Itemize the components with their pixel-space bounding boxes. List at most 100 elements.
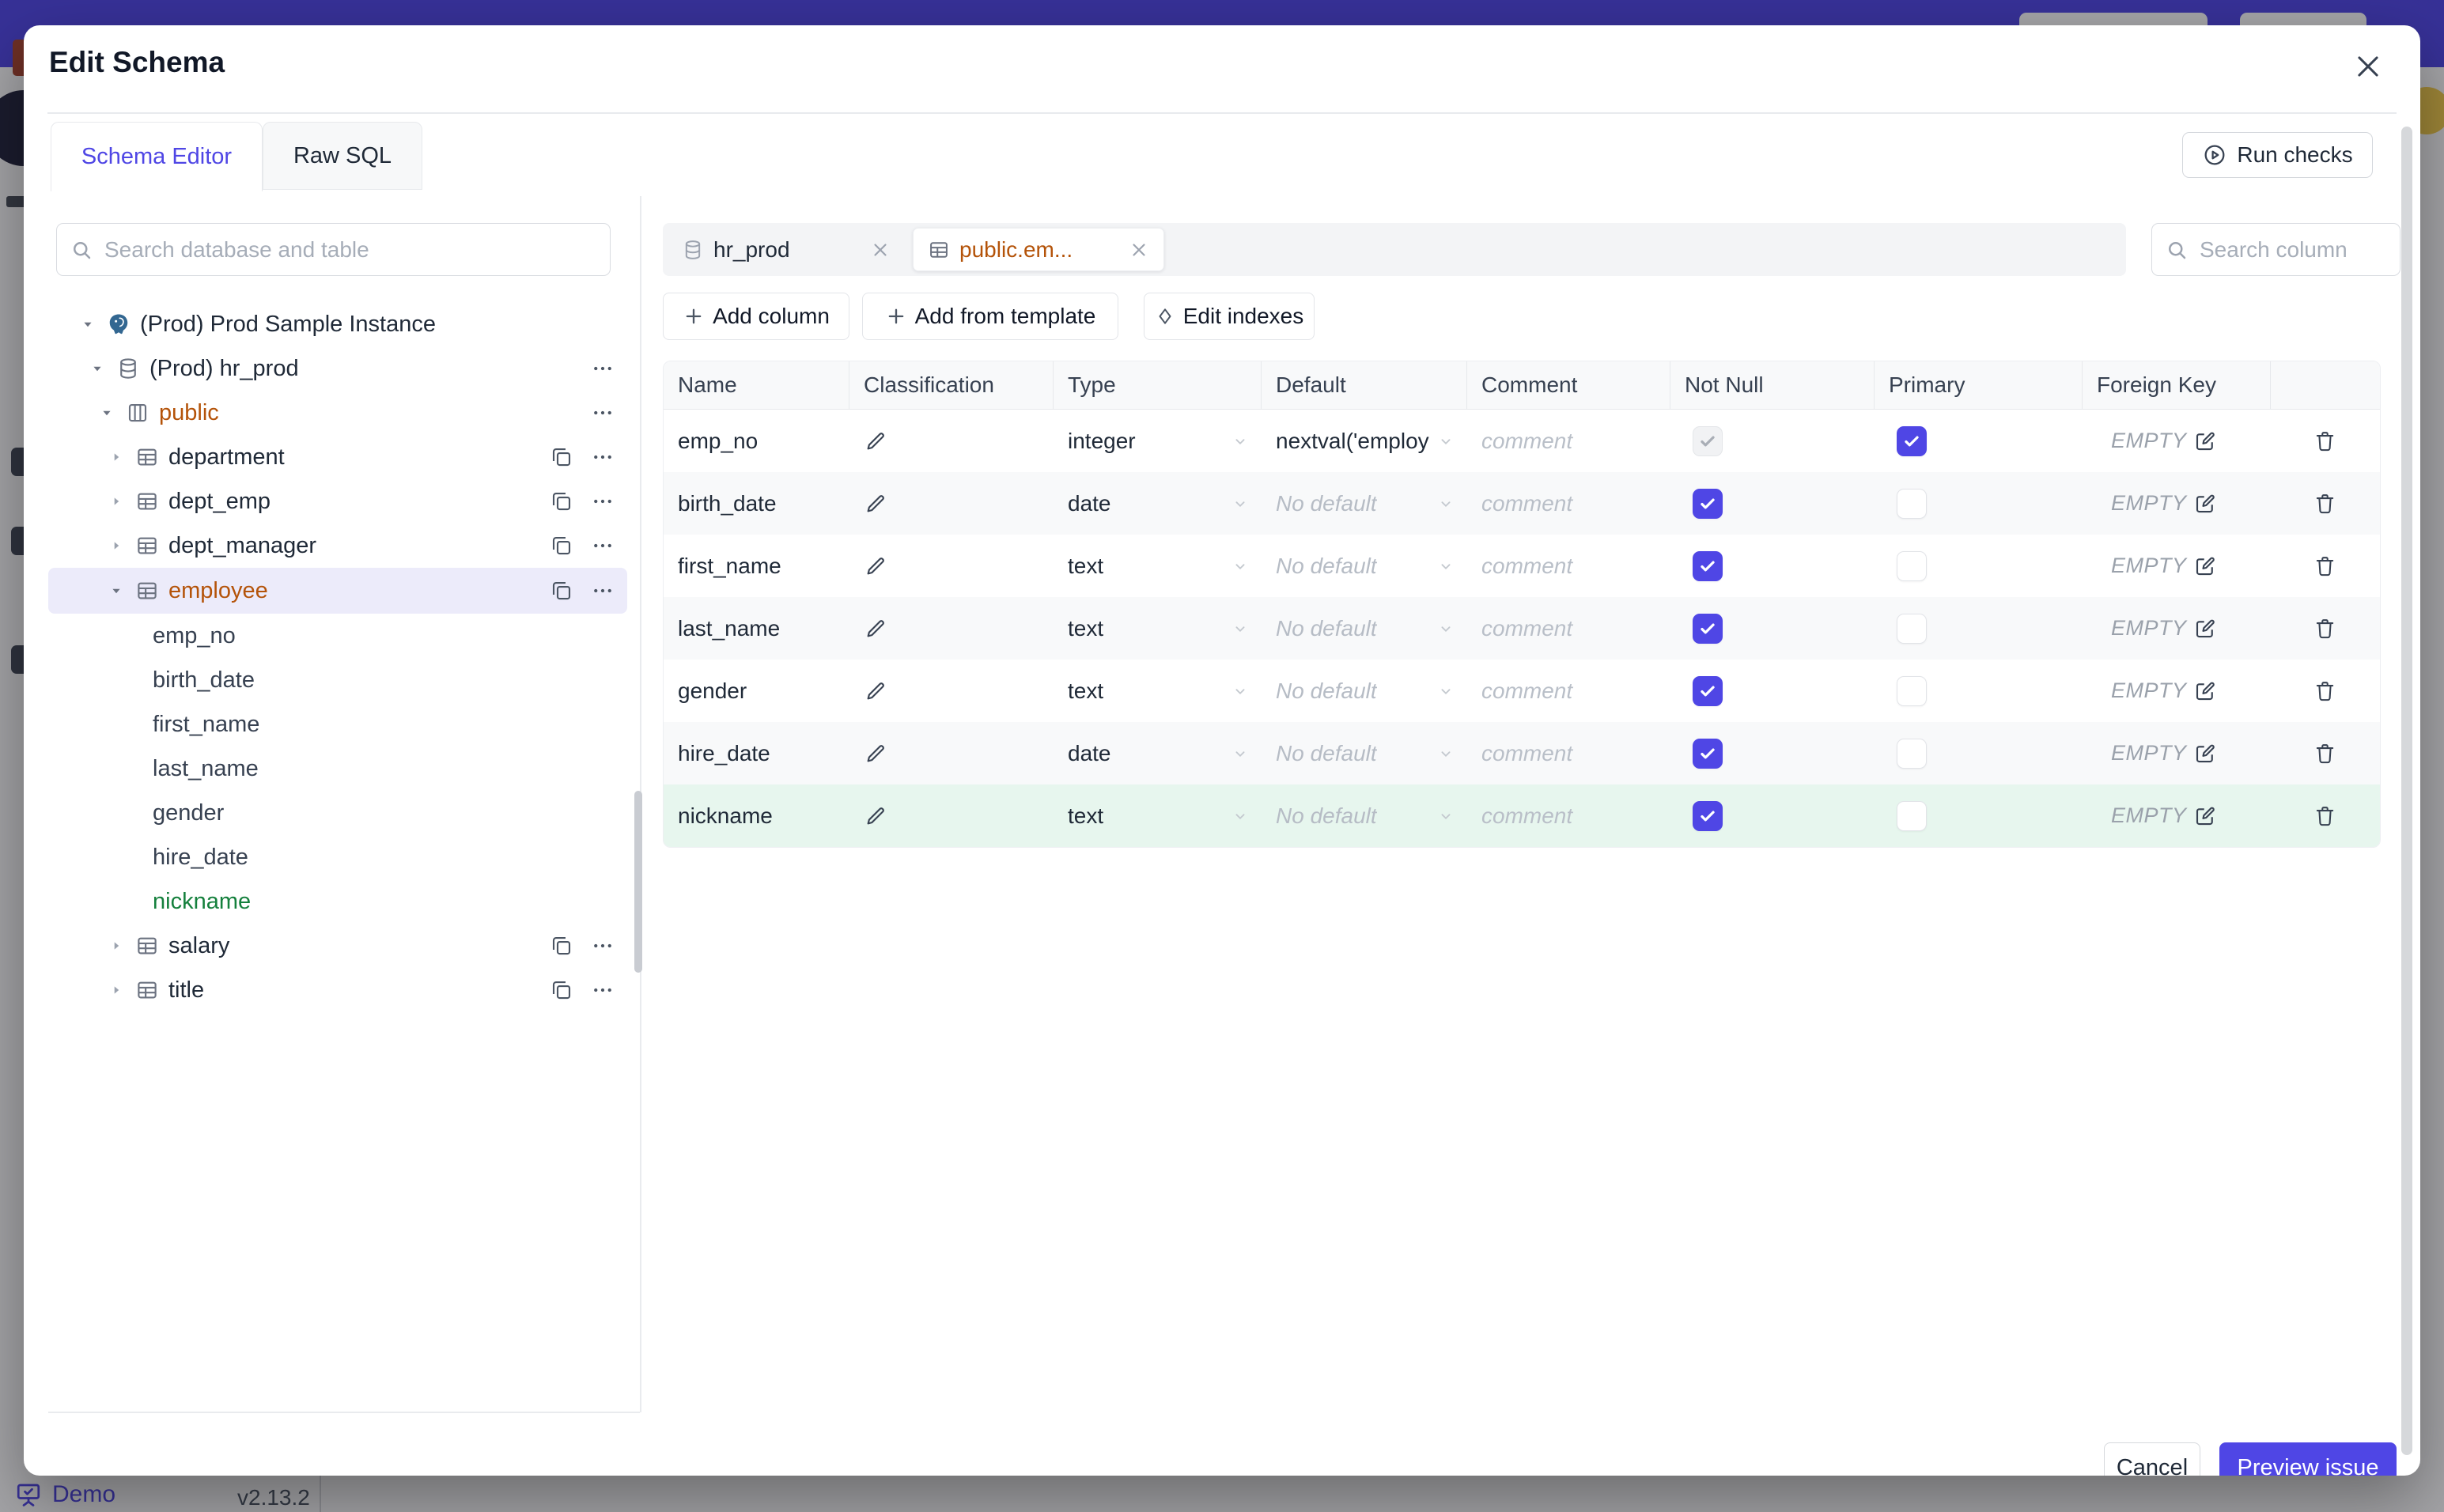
chevron-down-icon[interactable] xyxy=(1231,807,1249,825)
caret-right-icon[interactable] xyxy=(107,493,126,510)
tree-item-schema-public[interactable]: public xyxy=(48,391,627,435)
open-tab-hr-prod[interactable]: hr_prod xyxy=(668,228,905,271)
caret-right-icon[interactable] xyxy=(107,981,126,999)
not-null-checkbox[interactable] xyxy=(1693,675,1723,706)
primary-checkbox[interactable] xyxy=(1897,488,1927,519)
open-tab-public-employee[interactable]: public.em... xyxy=(913,228,1164,271)
type-select[interactable]: integer xyxy=(1054,410,1262,472)
chevron-down-icon[interactable] xyxy=(1231,745,1249,762)
more-icon[interactable] xyxy=(591,490,615,513)
default-select[interactable]: No default xyxy=(1262,535,1467,597)
more-icon[interactable] xyxy=(591,445,615,469)
default-select[interactable]: No default xyxy=(1262,597,1467,660)
close-icon[interactable] xyxy=(870,240,891,260)
tree-column-last-name[interactable]: last_name xyxy=(48,747,627,791)
not-null-checkbox[interactable] xyxy=(1693,738,1723,769)
copy-icon[interactable] xyxy=(550,978,573,1002)
chevron-down-icon[interactable] xyxy=(1437,807,1455,825)
column-name-field[interactable]: first_name xyxy=(678,554,781,579)
pencil-icon[interactable] xyxy=(864,429,887,453)
caret-down-icon[interactable] xyxy=(78,316,97,333)
trash-icon[interactable] xyxy=(2313,741,2337,765)
comment-field[interactable]: comment xyxy=(1467,472,1670,535)
more-icon[interactable] xyxy=(591,934,615,958)
not-null-checkbox[interactable] xyxy=(1693,488,1723,519)
more-icon[interactable] xyxy=(591,534,615,558)
chevron-down-icon[interactable] xyxy=(1231,495,1249,512)
copy-icon[interactable] xyxy=(550,934,573,958)
tree-item-table-dept-manager[interactable]: dept_manager xyxy=(48,524,627,568)
caret-down-icon[interactable] xyxy=(97,404,116,421)
pencil-icon[interactable] xyxy=(864,804,887,828)
preview-issue-button[interactable]: Preview issue xyxy=(2219,1442,2397,1476)
close-icon[interactable] xyxy=(1129,240,1149,260)
database-search-input[interactable] xyxy=(103,236,597,263)
edit-icon[interactable] xyxy=(2193,804,2217,828)
trash-icon[interactable] xyxy=(2313,679,2337,703)
column-name-field[interactable]: birth_date xyxy=(678,491,777,516)
default-select[interactable]: No default xyxy=(1262,472,1467,535)
primary-checkbox[interactable] xyxy=(1897,425,1927,456)
add-column-button[interactable]: Add column xyxy=(663,293,849,340)
chevron-down-icon[interactable] xyxy=(1231,433,1249,450)
default-select[interactable]: nextval('employ xyxy=(1262,410,1467,472)
sidebar-scrollbar[interactable] xyxy=(634,791,642,973)
primary-checkbox[interactable] xyxy=(1897,800,1927,831)
tree-column-birth-date[interactable]: birth_date xyxy=(48,658,627,702)
tree-item-table-employee[interactable]: employee xyxy=(48,568,627,614)
caret-right-icon[interactable] xyxy=(107,937,126,954)
chevron-down-icon[interactable] xyxy=(1437,558,1455,575)
copy-icon[interactable] xyxy=(550,445,573,469)
comment-field[interactable]: comment xyxy=(1467,722,1670,784)
type-select[interactable]: text xyxy=(1054,597,1262,660)
chevron-down-icon[interactable] xyxy=(1437,495,1455,512)
comment-field[interactable]: comment xyxy=(1467,660,1670,722)
cancel-button[interactable]: Cancel xyxy=(2104,1442,2200,1476)
edit-icon[interactable] xyxy=(2193,554,2217,578)
tree-item-database[interactable]: (Prod) hr_prod xyxy=(48,346,627,391)
tree-item-table-department[interactable]: department xyxy=(48,435,627,479)
trash-icon[interactable] xyxy=(2313,554,2337,578)
trash-icon[interactable] xyxy=(2313,429,2337,453)
edit-icon[interactable] xyxy=(2193,429,2217,453)
chevron-down-icon[interactable] xyxy=(1437,682,1455,700)
more-icon[interactable] xyxy=(591,579,615,603)
type-select[interactable]: text xyxy=(1054,660,1262,722)
run-checks-button[interactable]: Run checks xyxy=(2182,132,2373,178)
default-select[interactable]: No default xyxy=(1262,660,1467,722)
chevron-down-icon[interactable] xyxy=(1437,620,1455,637)
trash-icon[interactable] xyxy=(2313,616,2337,641)
add-from-template-button[interactable]: Add from template xyxy=(862,293,1118,340)
comment-field[interactable]: comment xyxy=(1467,597,1670,660)
not-null-checkbox[interactable] xyxy=(1693,425,1723,456)
not-null-checkbox[interactable] xyxy=(1693,550,1723,581)
tree-column-gender[interactable]: gender xyxy=(48,791,627,835)
column-name-field[interactable]: emp_no xyxy=(678,429,758,454)
close-icon[interactable] xyxy=(2351,49,2385,84)
edit-icon[interactable] xyxy=(2193,492,2217,516)
chevron-down-icon[interactable] xyxy=(1231,620,1249,637)
type-select[interactable]: text xyxy=(1054,784,1262,847)
tab-schema-editor[interactable]: Schema Editor xyxy=(51,122,263,191)
more-icon[interactable] xyxy=(591,357,615,380)
column-search-input[interactable] xyxy=(2198,236,2387,263)
column-name-field[interactable]: gender xyxy=(678,679,747,704)
tree-column-first-name[interactable]: first_name xyxy=(48,702,627,747)
more-icon[interactable] xyxy=(591,978,615,1002)
copy-icon[interactable] xyxy=(550,579,573,603)
not-null-checkbox[interactable] xyxy=(1693,800,1723,831)
trash-icon[interactable] xyxy=(2313,803,2337,828)
comment-field[interactable]: comment xyxy=(1467,410,1670,472)
pencil-icon[interactable] xyxy=(864,742,887,765)
column-name-field[interactable]: hire_date xyxy=(678,741,770,766)
tree-column-emp-no[interactable]: emp_no xyxy=(48,614,627,658)
caret-right-icon[interactable] xyxy=(107,537,126,554)
tab-raw-sql[interactable]: Raw SQL xyxy=(263,122,422,190)
chevron-down-icon[interactable] xyxy=(1231,682,1249,700)
type-select[interactable]: date xyxy=(1054,472,1262,535)
primary-checkbox[interactable] xyxy=(1897,550,1927,581)
caret-down-icon[interactable] xyxy=(88,360,107,377)
tree-item-table-title[interactable]: title xyxy=(48,968,627,1012)
pencil-icon[interactable] xyxy=(864,617,887,641)
copy-icon[interactable] xyxy=(550,490,573,513)
